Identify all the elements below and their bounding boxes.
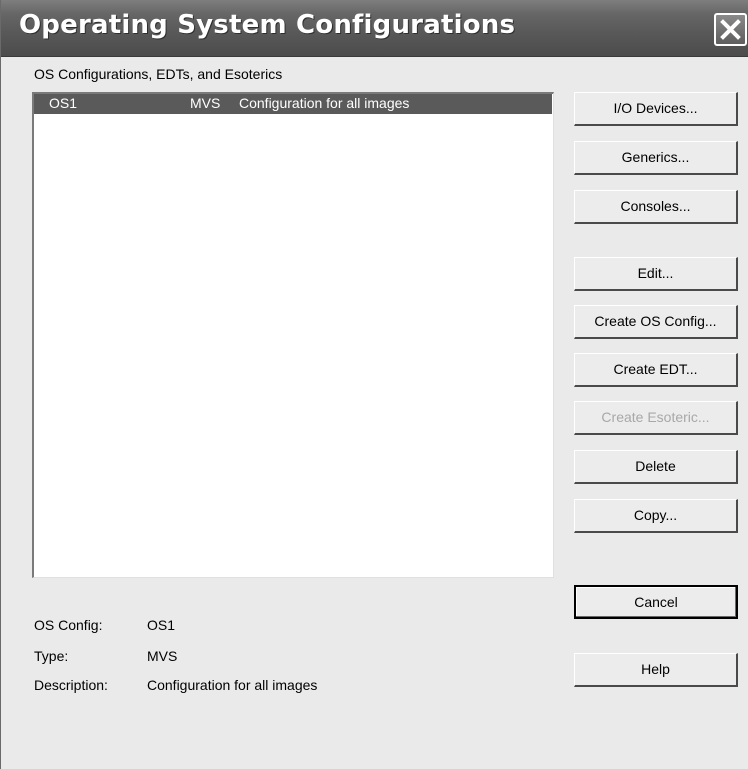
help-button[interactable]: Help [574,653,738,687]
consoles-button[interactable]: Consoles... [574,190,738,224]
os-configurations-dialog: Operating System Configurations OS Confi… [0,0,748,769]
list-item-name: OS1 [49,95,78,111]
type-value: MVS [147,648,178,664]
create-esoteric-button: Create Esoteric... [574,401,738,435]
close-x-icon [720,19,741,40]
description-label: Description: [34,677,108,693]
window-title: Operating System Configurations [19,10,516,40]
cancel-button[interactable]: Cancel [574,585,738,619]
os-config-listbox[interactable]: OS1 MVS Configuration for all images [32,92,554,578]
title-bar[interactable]: Operating System Configurations [1,0,748,57]
io-devices-button[interactable]: I/O Devices... [574,92,738,126]
create-edt-button[interactable]: Create EDT... [574,353,738,387]
generics-button[interactable]: Generics... [574,141,738,175]
description-value: Configuration for all images [147,677,318,693]
list-item[interactable]: OS1 MVS Configuration for all images [34,94,552,114]
type-label: Type: [34,648,69,664]
list-item-description: Configuration for all images [239,95,410,111]
delete-button[interactable]: Delete [574,450,738,484]
list-group-label: OS Configurations, EDTs, and Esoterics [34,66,283,82]
os-config-label: OS Config: [34,617,103,633]
list-item-type: MVS [190,95,221,111]
copy-button[interactable]: Copy... [574,499,738,533]
edit-button[interactable]: Edit... [574,257,738,291]
os-config-value: OS1 [147,617,176,633]
create-os-config-button[interactable]: Create OS Config... [574,305,738,339]
close-button[interactable] [714,13,747,46]
